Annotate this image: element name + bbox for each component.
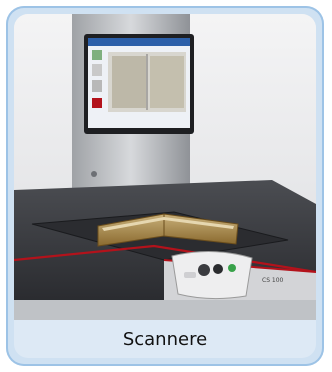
monitor-icon xyxy=(84,34,194,134)
caption-label[interactable]: Scannere xyxy=(123,329,207,350)
product-card[interactable]: CS 100 Scannere xyxy=(6,6,324,366)
model-badge: CS 100 xyxy=(262,277,284,284)
caption-bar[interactable]: Scannere xyxy=(14,320,316,358)
product-photo: CS 100 xyxy=(14,14,316,320)
control-panel-icon xyxy=(171,251,253,300)
book-scanner-illustration: CS 100 xyxy=(14,14,316,320)
